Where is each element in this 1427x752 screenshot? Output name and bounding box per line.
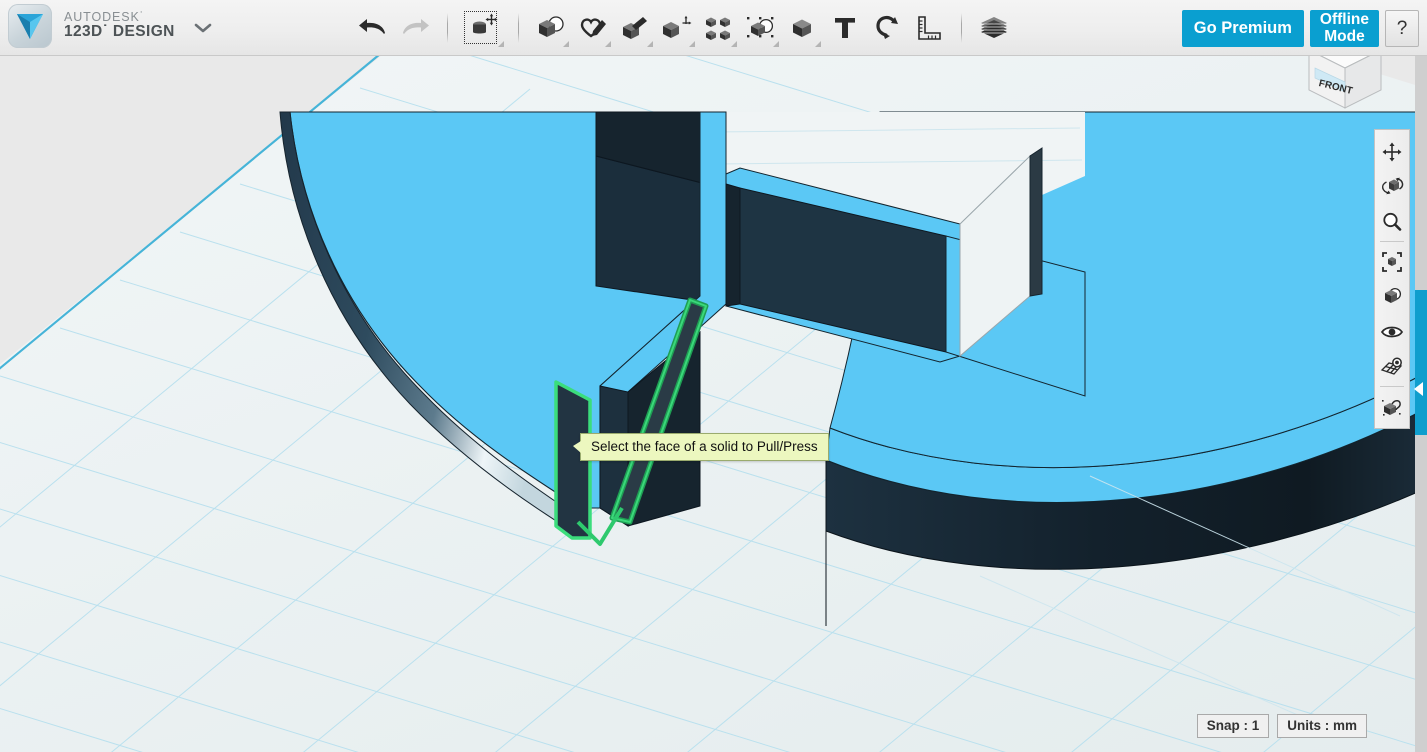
navigation-palette[interactable] <box>1374 129 1410 429</box>
help-button[interactable]: ? <box>1385 10 1419 47</box>
view-slider-strip[interactable] <box>1415 56 1427 752</box>
status-bar: Snap : 1 Units : mm <box>1197 714 1367 738</box>
orbit-cube-icon[interactable] <box>1375 169 1409 204</box>
grid-snap-icon[interactable] <box>1375 349 1409 384</box>
chevron-down-icon[interactable] <box>192 20 214 36</box>
toolbar-snap-button[interactable] <box>866 5 908 51</box>
view-slider-marker <box>1414 382 1423 396</box>
toolbar-construct-button[interactable] <box>614 5 656 51</box>
brand-line1: AUTODESK˙ <box>64 11 175 25</box>
fit-to-view-icon[interactable] <box>1375 244 1409 279</box>
brand-text: AUTODESK˙ 123D˙ DESIGN <box>64 11 175 41</box>
palette-divider-1 <box>1380 241 1404 242</box>
toolbar-group-button[interactable] <box>782 5 824 51</box>
toolbar-divider-1 <box>447 13 448 43</box>
material-paint-icon[interactable] <box>1375 389 1409 424</box>
scene-canvas[interactable] <box>0 56 1427 752</box>
toolbar-divider-2 <box>518 13 519 43</box>
view-slider-fill <box>1415 290 1427 435</box>
toolbar-combine-button[interactable] <box>740 5 782 51</box>
toolbar-primitives-button[interactable] <box>530 5 572 51</box>
eye-visibility-icon[interactable] <box>1375 314 1409 349</box>
toolbar-menu-corner <box>498 41 504 47</box>
offline-mode-line1: Offline <box>1320 12 1369 28</box>
autodesk-triangle-logo <box>8 4 52 48</box>
top-bar: AUTODESK˙ 123D˙ DESIGN <box>0 0 1427 56</box>
pan-four-arrows-icon[interactable] <box>1375 134 1409 169</box>
brand[interactable]: AUTODESK˙ 123D˙ DESIGN <box>8 4 175 48</box>
magnifier-zoom-icon[interactable] <box>1375 204 1409 239</box>
tooltip-arrow <box>573 441 581 453</box>
viewport-3d[interactable]: Select the face of a solid to Pull/Press… <box>0 56 1427 752</box>
toolbar-pattern-button[interactable] <box>698 5 740 51</box>
toolbar-menu-corner <box>647 41 653 47</box>
toolbar-menu-corner <box>815 41 821 47</box>
offline-mode-line2: Mode <box>1324 29 1364 45</box>
brand-line2: 123D˙ DESIGN <box>64 24 175 41</box>
toolbar-undo-button[interactable] <box>352 5 394 51</box>
toolbar-text-button[interactable] <box>824 5 866 51</box>
toolbar-menu-corner <box>773 41 779 47</box>
toolbar-menu-corner <box>563 41 569 47</box>
toolbar-modify-button[interactable] <box>656 5 698 51</box>
tooltip: Select the face of a solid to Pull/Press <box>580 433 829 461</box>
toolbar-materials-button[interactable] <box>973 5 1015 51</box>
main-toolbar[interactable] <box>352 0 1015 56</box>
go-premium-button[interactable]: Go Premium <box>1182 10 1304 47</box>
units-status[interactable]: Units : mm <box>1277 714 1367 738</box>
shading-cube-icon[interactable] <box>1375 279 1409 314</box>
tooltip-text: Select the face of a solid to Pull/Press <box>591 439 818 454</box>
snap-status[interactable]: Snap : 1 <box>1197 714 1270 738</box>
palette-divider-2 <box>1380 386 1404 387</box>
toolbar-transform-button[interactable] <box>459 5 507 51</box>
toolbar-sketch-button[interactable] <box>572 5 614 51</box>
app-root: Select the face of a solid to Pull/Press… <box>0 0 1427 752</box>
toolbar-menu-corner <box>731 41 737 47</box>
offline-mode-button[interactable]: Offline Mode <box>1310 10 1379 47</box>
toolbar-measure-button[interactable] <box>908 5 950 51</box>
toolbar-redo-button[interactable] <box>394 5 436 51</box>
toolbar-menu-corner <box>689 41 695 47</box>
toolbar-menu-corner <box>605 41 611 47</box>
toolbar-divider-3 <box>961 13 962 43</box>
top-right-actions[interactable]: Go Premium Offline Mode ? <box>1182 10 1419 47</box>
